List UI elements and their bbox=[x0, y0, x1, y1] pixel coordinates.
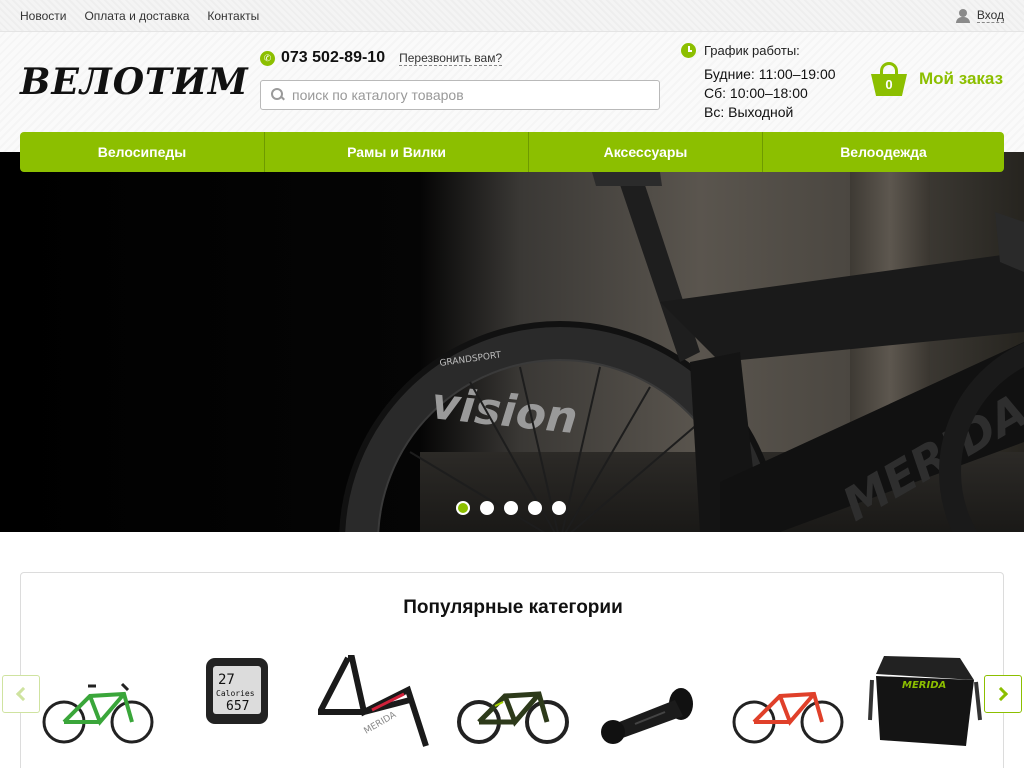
phone-block: ✆ 073 502-89-10 Перезвонить вам? bbox=[260, 49, 503, 67]
slider-dots bbox=[456, 501, 566, 515]
chevron-left-icon bbox=[15, 686, 31, 702]
cart[interactable]: 0 Мой заказ bbox=[871, 62, 1003, 96]
slider-dot-5[interactable] bbox=[552, 501, 566, 515]
category-item-dark-bike[interactable] bbox=[455, 650, 575, 750]
bike-frame-icon: MERIDA bbox=[315, 655, 429, 747]
category-item-red-bike[interactable] bbox=[730, 650, 850, 750]
top-tube bbox=[660, 252, 1024, 362]
schedule-saturday: Сб: 10:00–18:00 bbox=[704, 85, 808, 101]
slider-dot-3[interactable] bbox=[504, 501, 518, 515]
rim-text: vision bbox=[429, 378, 580, 444]
messenger-bag-icon: MERIDA bbox=[868, 656, 982, 746]
clock-icon bbox=[681, 43, 696, 58]
search-input[interactable] bbox=[285, 82, 659, 108]
callback-link[interactable]: Перезвонить вам? bbox=[399, 51, 503, 66]
dark-mountain-bike-icon bbox=[457, 691, 569, 744]
phone-number[interactable]: 073 502-89-10 bbox=[281, 49, 385, 67]
computer-label: Calories bbox=[216, 689, 255, 698]
cart-count: 0 bbox=[885, 77, 893, 92]
schedule-weekdays: Будние: 11:00–19:00 bbox=[704, 66, 836, 82]
search-box bbox=[260, 80, 660, 110]
schedule-sunday: Вс: Выходной bbox=[704, 104, 794, 120]
category-item-bag[interactable]: MERIDA bbox=[868, 650, 988, 750]
top-nav: Новости Оплата и доставка Контакты bbox=[20, 9, 259, 23]
hero-slider[interactable]: GRANDSPORT vision MERIDA bbox=[0, 152, 1024, 532]
carousel-next-button[interactable] bbox=[984, 675, 1022, 713]
carousel-prev-button[interactable] bbox=[2, 675, 40, 713]
slider-dot-4[interactable] bbox=[528, 501, 542, 515]
top-bar: Новости Оплата и доставка Контакты Вход bbox=[0, 0, 1024, 32]
site-logo[interactable]: ВЕЛОТИМ bbox=[20, 62, 249, 102]
top-link-news[interactable]: Новости bbox=[20, 9, 66, 23]
phone-icon: ✆ bbox=[260, 50, 275, 66]
schedule-title: График работы: bbox=[704, 43, 800, 58]
nav-item-clothing[interactable]: Велоодежда bbox=[763, 132, 1004, 172]
chevron-right-icon bbox=[993, 686, 1009, 702]
login-link[interactable]: Вход bbox=[976, 8, 1004, 23]
nav-item-accessories[interactable]: Аксессуары bbox=[529, 132, 763, 172]
bike-computer-icon: 27 Calories 657 bbox=[206, 658, 268, 724]
saddle-clamp bbox=[592, 172, 662, 186]
schedule-lines: Будние: 11:00–19:00 Сб: 10:00–18:00 Вс: … bbox=[704, 65, 836, 122]
category-item-green-bike[interactable] bbox=[40, 650, 160, 750]
category-item-stem[interactable] bbox=[595, 650, 715, 750]
slider-dot-2[interactable] bbox=[480, 501, 494, 515]
top-link-contacts[interactable]: Контакты bbox=[207, 9, 259, 23]
bag-brand: MERIDA bbox=[902, 680, 946, 691]
main-nav: Велосипеды Рамы и Вилки Аксессуары Велоо… bbox=[20, 132, 1004, 172]
search-icon[interactable] bbox=[271, 88, 285, 102]
category-item-bike-computer[interactable]: 27 Calories 657 bbox=[180, 650, 300, 750]
nav-item-frames-forks[interactable]: Рамы и Вилки bbox=[265, 132, 529, 172]
slide-bike-image: GRANDSPORT vision MERIDA bbox=[339, 170, 1024, 532]
slider-dot-1[interactable] bbox=[456, 501, 470, 515]
computer-value: 657 bbox=[226, 699, 249, 714]
cart-label[interactable]: Мой заказ bbox=[919, 69, 1003, 89]
category-item-frame[interactable]: MERIDA bbox=[315, 650, 438, 750]
categories-title: Популярные категории bbox=[403, 597, 623, 618]
login-area: Вход bbox=[955, 8, 1004, 23]
user-icon[interactable] bbox=[955, 8, 970, 23]
red-mountain-bike-icon bbox=[732, 691, 844, 744]
stem-icon bbox=[601, 688, 693, 744]
computer-speed: 27 bbox=[218, 672, 235, 688]
green-mountain-bike-icon bbox=[42, 682, 154, 744]
top-link-payment-delivery[interactable]: Оплата и доставка bbox=[84, 9, 189, 23]
nav-item-bicycles[interactable]: Велосипеды bbox=[20, 132, 265, 172]
basket-icon[interactable]: 0 bbox=[871, 62, 907, 96]
